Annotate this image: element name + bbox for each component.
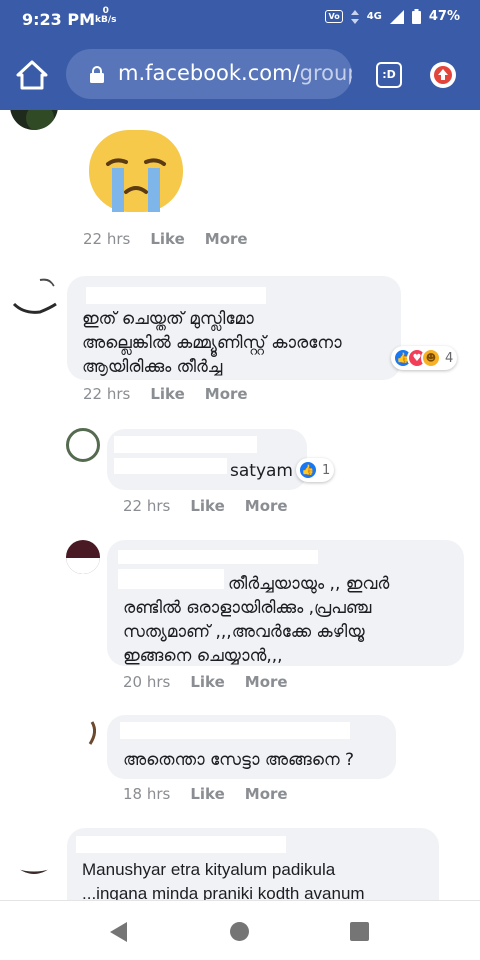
redacted-name — [118, 550, 318, 564]
comment-line: satyam — [230, 461, 293, 481]
comment-line: അതെന്താ സേട്ടാ അങ്ങനെ ? — [123, 750, 355, 770]
status-bar: 9:23 PM 0 kB/s Vo 4G 47% — [0, 0, 480, 38]
comment-line: തീർച്ചയായും ,, ഇവർ — [228, 574, 390, 594]
like-link[interactable]: Like — [150, 230, 184, 248]
url-domain: m.facebook.com/ — [118, 61, 300, 85]
battery-percent: 47% — [428, 9, 460, 24]
avatar-image — [12, 278, 57, 314]
browser-toolbar: m.facebook.com/group :D — [0, 38, 480, 110]
haha-reaction-icon: ☻ — [421, 348, 441, 368]
comment-line: ആയിരിക്കും തീർച്ച — [82, 357, 223, 377]
comment-time: 18 hrs — [123, 785, 171, 803]
comment-actions: 22 hrs Like More — [83, 230, 248, 248]
comments-list: 22 hrs Like More ഇത് ചെയ്തത് മുസ്ലിമോ അല… — [0, 110, 480, 900]
avatar-image — [26, 110, 54, 130]
redacted-text — [118, 569, 224, 589]
redacted-name — [120, 722, 350, 739]
network-type: 4G — [366, 11, 382, 22]
avatar-image — [88, 721, 97, 745]
like-link[interactable]: Like — [150, 385, 184, 403]
comment-actions: 18 hrs Like More — [123, 785, 288, 803]
like-link[interactable]: Like — [190, 673, 224, 691]
comment-line: രണ്ടിൽ ഒരാളായിരിക്കും ,പ്രപഞ്ച — [123, 598, 372, 618]
like-link[interactable]: Like — [190, 497, 224, 515]
like-link[interactable]: Like — [190, 785, 224, 803]
redacted-name — [114, 436, 257, 453]
redacted-name — [86, 287, 266, 304]
volte-icon: Vo — [325, 10, 343, 23]
comment-line: അല്ലെങ്കിൽ കമ്മ്യൂണിസ്റ്റ് കാരനോ — [82, 333, 342, 353]
comment-actions: 20 hrs Like More — [123, 673, 288, 691]
reaction-summary[interactable]: 👍 ♥ ☻ 4 — [391, 346, 458, 370]
comment-line: ഇങ്ങനെ ചെയ്യാൻ,,, — [123, 646, 283, 666]
comment-line: സത്യമാണ് ,,,അവർക്കേ കഴിയൂ — [123, 622, 365, 642]
url-path: group — [299, 61, 352, 85]
reaction-count: 4 — [445, 350, 454, 366]
back-icon[interactable] — [110, 922, 127, 942]
avatar[interactable] — [66, 428, 100, 462]
reaction-count: 1 — [322, 462, 331, 478]
comment-line: Manushyar etra kityalum padikula — [82, 860, 336, 879]
home-icon — [16, 60, 48, 90]
avatar[interactable] — [10, 274, 58, 322]
avatar[interactable] — [66, 716, 100, 750]
comment-line: ഇത് ചെയ്തത് മുസ്ലിമോ — [82, 309, 254, 329]
net-speed: 0 kB/s — [95, 7, 117, 25]
crying-emoji-icon — [89, 130, 183, 212]
address-bar[interactable]: m.facebook.com/group — [66, 49, 352, 99]
comment-actions: 22 hrs Like More — [123, 497, 288, 515]
data-arrows-icon — [350, 9, 359, 24]
avatar[interactable] — [10, 110, 58, 130]
comment-time: 20 hrs — [123, 673, 171, 691]
more-link[interactable]: More — [245, 497, 288, 515]
avatar[interactable] — [10, 826, 58, 874]
home-button[interactable] — [14, 59, 50, 91]
url-text: m.facebook.com/group — [118, 61, 352, 85]
comment-time: 22 hrs — [123, 497, 171, 515]
comment-line: ...ingana minda praniki kodth avanum — [82, 884, 365, 900]
home-circle-icon[interactable] — [230, 922, 249, 941]
comment-time: 22 hrs — [83, 385, 131, 403]
status-time: 9:23 PM — [22, 10, 96, 29]
avatar-image — [66, 558, 100, 574]
status-icons: Vo 4G 47% — [325, 9, 460, 24]
like-reaction-icon: 👍 — [298, 460, 318, 480]
more-link[interactable]: More — [205, 385, 248, 403]
battery-icon — [411, 9, 421, 24]
system-nav-bar — [0, 900, 480, 960]
comment-time: 22 hrs — [83, 230, 131, 248]
recents-icon[interactable] — [350, 922, 369, 941]
avatar-image — [15, 868, 53, 874]
comment-actions: 22 hrs Like More — [83, 385, 248, 403]
reaction-summary[interactable]: 👍 1 — [296, 458, 335, 482]
more-link[interactable]: More — [205, 230, 248, 248]
upload-arrow-icon — [434, 66, 452, 84]
more-link[interactable]: More — [245, 673, 288, 691]
tabs-button[interactable]: :D — [376, 62, 402, 88]
avatar[interactable] — [66, 540, 100, 574]
lock-icon — [90, 66, 104, 83]
more-link[interactable]: More — [245, 785, 288, 803]
upload-button[interactable] — [430, 62, 456, 88]
redacted-name — [76, 836, 286, 853]
redacted-text — [114, 458, 227, 474]
signal-icon — [389, 9, 404, 24]
net-speed-unit: kB/s — [95, 15, 117, 25]
